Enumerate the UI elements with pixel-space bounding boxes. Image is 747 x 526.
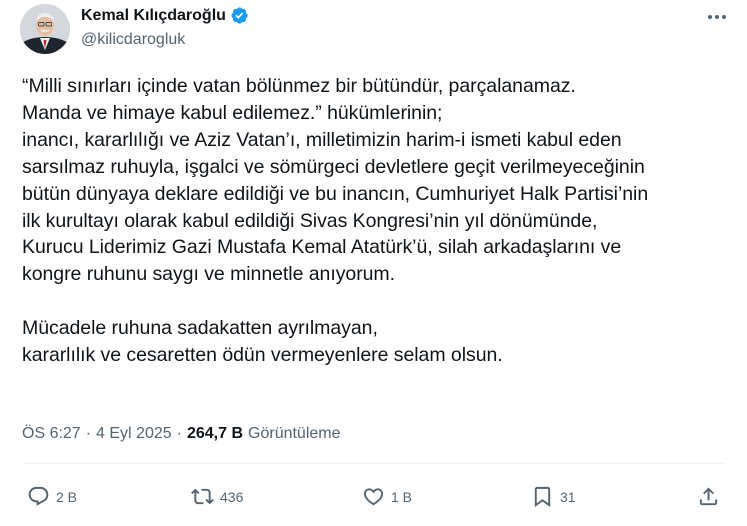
- retweet-button[interactable]: 436: [191, 485, 243, 508]
- like-button[interactable]: 1 B: [362, 485, 412, 508]
- author-handle[interactable]: @kilicdarogluk: [81, 31, 185, 49]
- retweet-count: 436: [220, 488, 244, 505]
- meta-separator: ·: [176, 425, 182, 442]
- verified-badge-icon[interactable]: [230, 6, 249, 25]
- meta-separator: ·: [85, 425, 92, 442]
- avatar[interactable]: [20, 4, 70, 54]
- share-button[interactable]: [697, 485, 720, 508]
- tweet-date[interactable]: 4 Eyl 2025: [96, 425, 172, 443]
- retweet-icon: [191, 488, 214, 505]
- author-name[interactable]: Kemal Kılıçdaroğlu: [81, 7, 226, 25]
- divider: [22, 463, 725, 464]
- reply-button[interactable]: 2 B: [27, 485, 77, 508]
- reply-icon: [28, 486, 49, 506]
- like-count: 1 B: [391, 488, 413, 505]
- heart-icon: [363, 488, 384, 506]
- bookmark-icon: [534, 486, 551, 507]
- tweet-text: “Milli sınırları içinde vatan bölünmez b…: [22, 75, 649, 367]
- tweet-time[interactable]: ÖS 6:27: [22, 425, 81, 443]
- view-count-label: Görüntüleme: [248, 425, 341, 442]
- view-count[interactable]: 264,7 B: [187, 425, 243, 443]
- avatar-image: [20, 4, 70, 54]
- bookmark-button[interactable]: 31: [531, 485, 576, 508]
- action-bar: 2 B 436 1 B 31: [0, 485, 747, 513]
- author-name-row: Kemal Kılıçdaroğlu: [81, 6, 249, 25]
- more-options-icon[interactable]: [704, 8, 730, 26]
- share-icon: [699, 487, 718, 506]
- bookmark-count: 31: [560, 488, 576, 505]
- tweet-meta: ÖS 6:27 · 4 Eyl 2025 · 264,7 B Görüntüle…: [22, 425, 341, 443]
- reply-count: 2 B: [56, 488, 78, 505]
